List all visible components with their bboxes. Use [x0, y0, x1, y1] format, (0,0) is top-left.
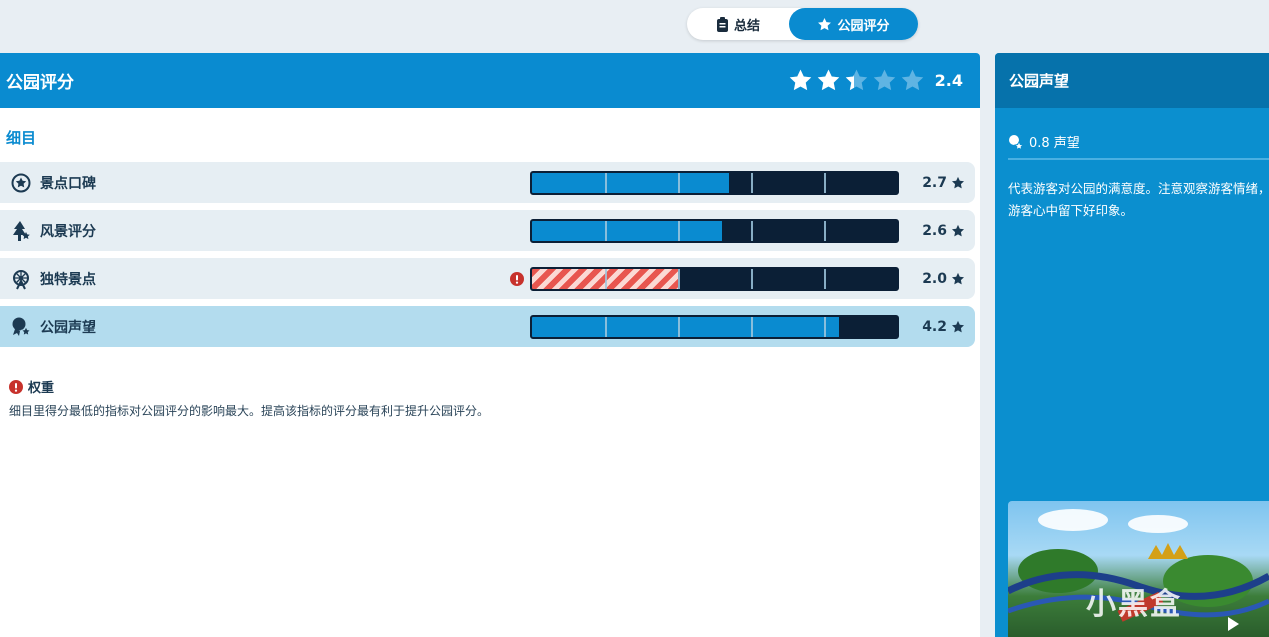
- side-title: 公园声望: [995, 53, 1269, 108]
- score-value: 2.0: [922, 270, 947, 287]
- bar-tick: [605, 220, 607, 241]
- ferris-wheel-icon: [0, 268, 40, 290]
- rating-star-icon: [845, 69, 867, 91]
- clipboard-icon: [716, 16, 728, 32]
- breakdown-row-label: 独特景点: [40, 271, 96, 288]
- score-value: 2.6: [922, 222, 947, 239]
- bar-tick: [678, 172, 680, 193]
- breakdown-row[interactable]: 独特景点 2.0: [0, 258, 975, 299]
- bar-tick: [678, 316, 680, 337]
- weight-title: 权重: [28, 381, 55, 396]
- view-tabs: 总结 公园评分: [687, 8, 918, 40]
- divider: [1008, 158, 1269, 160]
- bar-tick: [678, 220, 680, 241]
- reputation-stat: 0.8 声望: [995, 108, 1269, 158]
- bar-tick: [751, 220, 753, 241]
- star-icon: [951, 176, 965, 188]
- alert-icon: [9, 379, 23, 394]
- score-bar: [530, 170, 899, 195]
- breakdown-row-score: 2.0: [899, 271, 969, 287]
- breakdown-row-score: 4.2: [899, 319, 969, 335]
- cloud: [1038, 509, 1108, 531]
- side-description: 代表游客对公园的满意度。注意观察游客情绪，在游客心中留下好印象。: [1008, 181, 1269, 218]
- attraction-badge-icon: [0, 173, 40, 193]
- star-icon: [951, 224, 965, 236]
- breakdown-row-score: 2.7: [899, 175, 969, 191]
- breakdown-row[interactable]: 风景评分 2.6: [0, 210, 975, 251]
- bar-tick: [751, 316, 753, 337]
- rating-star-icon: [901, 69, 923, 91]
- score-bar: [530, 266, 899, 291]
- breakdown-heading: 细目: [6, 129, 37, 147]
- tab-park-rating[interactable]: 公园评分: [789, 8, 918, 40]
- play-icon[interactable]: [1228, 617, 1239, 631]
- rating-star-icon: [789, 69, 811, 91]
- score-value: 2.7: [922, 174, 947, 191]
- rating-star-icon: [873, 69, 895, 91]
- preview-video-thumbnail[interactable]: 小黑盒: [1008, 501, 1269, 637]
- breakdown-row[interactable]: 景点口碑 2.7: [0, 162, 975, 203]
- score-value: 4.2: [922, 318, 947, 335]
- rating-star-icon: [817, 69, 839, 91]
- score-bar-fill: [532, 172, 730, 193]
- bar-tick: [824, 268, 826, 289]
- bar-tick: [605, 316, 607, 337]
- tab-summary[interactable]: 总结: [687, 8, 789, 40]
- breakdown-row-score: 2.6: [899, 223, 969, 239]
- rating-value: 2.4: [934, 71, 963, 90]
- tree-icon: [0, 220, 40, 242]
- reputation-side-panel: 公园声望 0.8 声望 代表游客对公园的满意度。注意观察游客情绪，在游客心中留下…: [995, 53, 1269, 637]
- breakdown-row-label: 景点口碑: [40, 175, 96, 192]
- bar-tick: [824, 172, 826, 193]
- reputation-stat-value: 0.8 声望: [1029, 136, 1080, 151]
- bar-tick: [605, 172, 607, 193]
- reputation-icon: [0, 316, 40, 338]
- score-bar-fill: [532, 220, 722, 241]
- tab-park-rating-label: 公园评分: [837, 18, 890, 34]
- park-rating-panel: 公园评分 2.4 细目 景点口碑 2.7 风景评分 2.6 独特景点 2.0 公园声望 4.2…: [0, 53, 980, 637]
- reputation-icon: [1009, 134, 1024, 150]
- watermark: 小黑盒: [1086, 587, 1182, 622]
- score-bar: [530, 314, 899, 339]
- bar-tick: [605, 268, 607, 289]
- bar-tick: [678, 268, 680, 289]
- score-bar: [530, 218, 899, 243]
- tab-summary-label: 总结: [733, 18, 760, 34]
- bar-tick: [751, 268, 753, 289]
- star-icon: [951, 320, 965, 332]
- alert-icon: [510, 271, 524, 286]
- breakdown-row[interactable]: 公园声望 4.2: [0, 306, 975, 347]
- bar-tick: [824, 316, 826, 337]
- star-icon: [818, 17, 832, 30]
- breakdown-row-label: 风景评分: [40, 223, 96, 240]
- breakdown-row-label: 公园声望: [40, 319, 96, 336]
- row-alert: [505, 271, 530, 286]
- bar-tick: [824, 220, 826, 241]
- star-rating: [785, 68, 925, 93]
- bar-tick: [751, 172, 753, 193]
- score-bar-fill: [532, 316, 839, 337]
- page-title: 公园评分: [6, 73, 74, 93]
- weight-note: 权重 细目里得分最低的指标对公园评分的影响最大。提高该指标的评分最有利于提升公园…: [9, 377, 489, 419]
- panel-header: 公园评分 2.4: [0, 53, 980, 108]
- star-icon: [951, 272, 965, 284]
- weight-description: 细目里得分最低的指标对公园评分的影响最大。提高该指标的评分最有利于提升公园评分。: [9, 404, 490, 418]
